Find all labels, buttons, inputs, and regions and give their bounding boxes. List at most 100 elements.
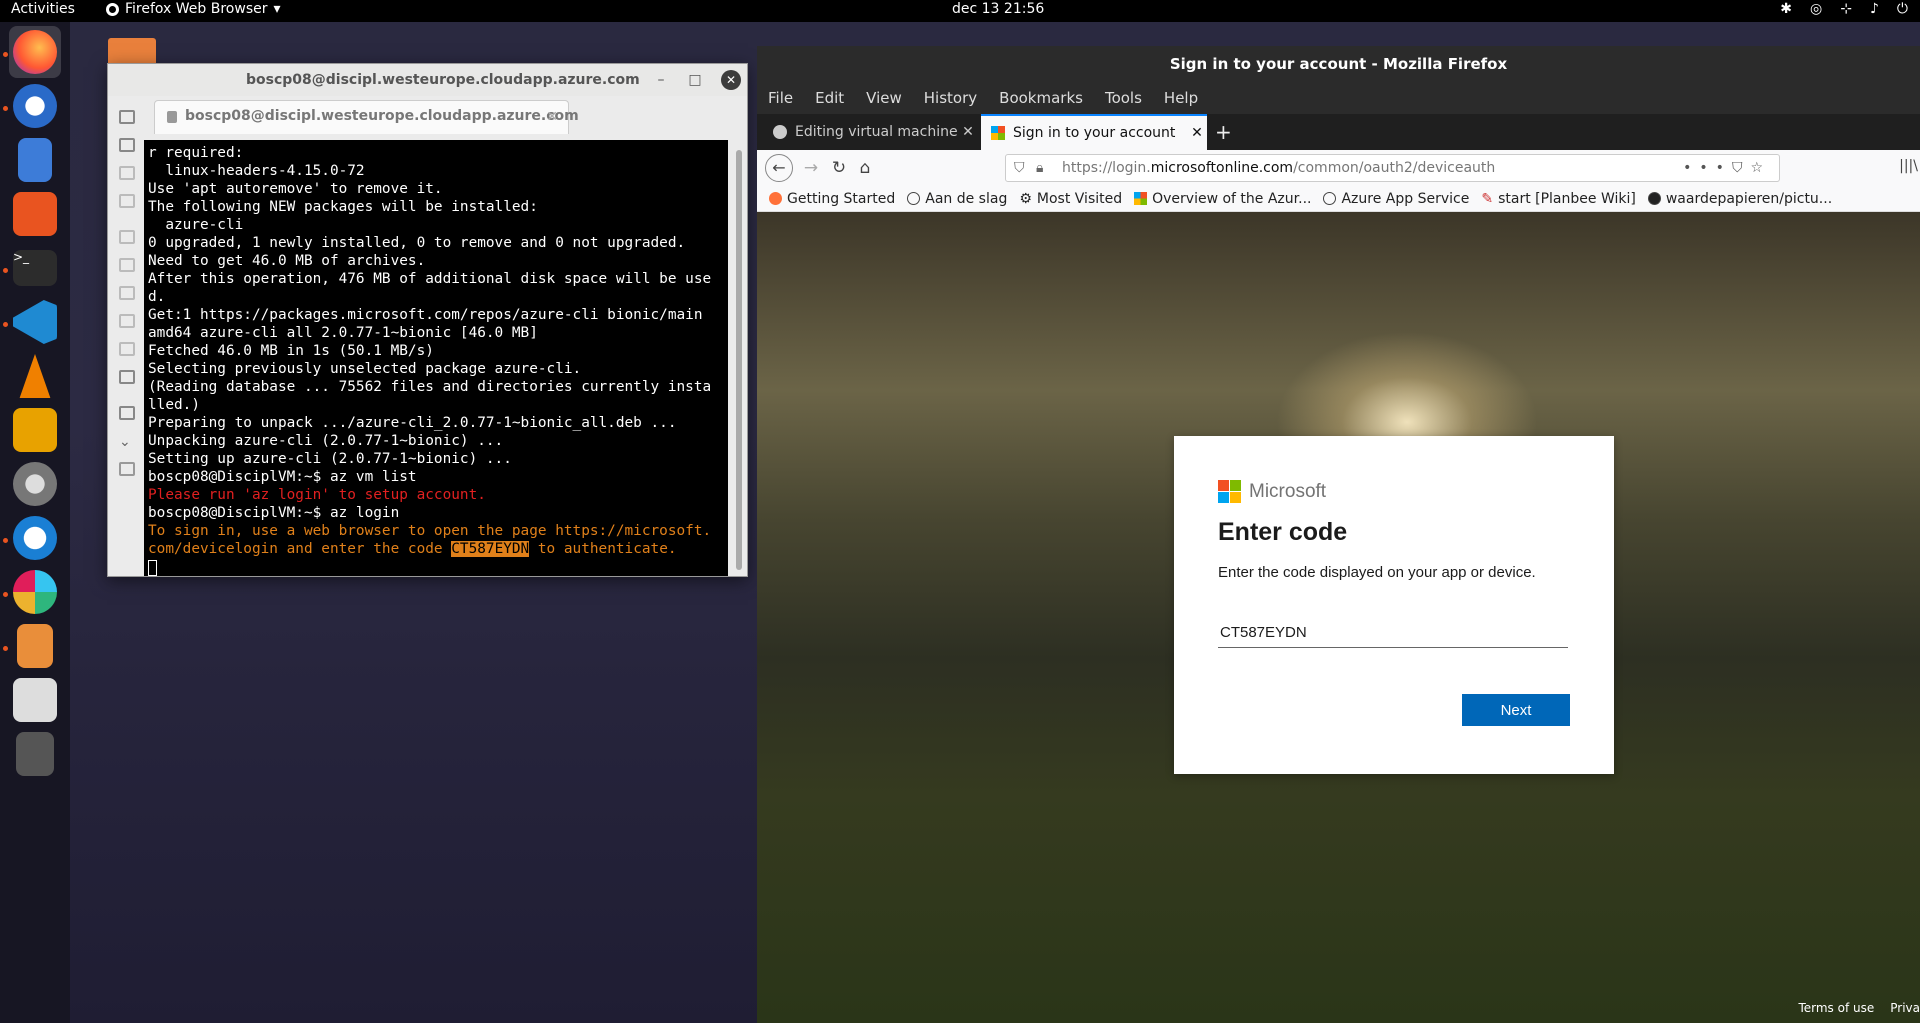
- app-menu[interactable]: Firefox Web Browser ▾: [106, 1, 281, 17]
- network-icon[interactable]: ⊹: [1840, 1, 1852, 17]
- firefox-window[interactable]: Sign in to your account - Mozilla Firefo…: [757, 46, 1920, 1023]
- slack-icon: [13, 570, 57, 614]
- link-icon[interactable]: [119, 462, 135, 476]
- tab-editing-virtual-machines[interactable]: Editing virtual machines f ✕: [763, 114, 978, 150]
- privacy-link[interactable]: Priva: [1890, 1001, 1920, 1015]
- firefox-icon: [13, 30, 57, 74]
- dock-vlc[interactable]: [9, 350, 61, 402]
- dock-remmina[interactable]: [9, 404, 61, 456]
- menu-file[interactable]: File: [768, 89, 793, 107]
- back-button[interactable]: ←: [765, 154, 793, 182]
- menu-history[interactable]: History: [924, 89, 977, 107]
- terminal-tab[interactable]: boscp08@discipl.westeurope.cloudapp.azur…: [154, 100, 579, 134]
- terminal-line: linux-headers-4.15.0-72: [148, 163, 365, 179]
- new-session-icon[interactable]: [119, 110, 135, 124]
- dock-search-tool[interactable]: [9, 674, 61, 726]
- wrench-icon[interactable]: [119, 370, 135, 384]
- close-tab-icon[interactable]: ✕: [1187, 125, 1207, 141]
- chevron-down-icon[interactable]: ⌄: [119, 434, 135, 450]
- sign-in-dialog: Microsoft Enter code Enter the code disp…: [1174, 436, 1614, 774]
- terminal-line: r required:: [148, 145, 244, 161]
- url-bar[interactable]: ⛉ 🔒︎ https://login.microsoftonline.com/c…: [1005, 154, 1780, 182]
- menu-tools[interactable]: Tools: [1105, 89, 1142, 107]
- menu-view[interactable]: View: [866, 89, 902, 107]
- forward-button[interactable]: →: [801, 158, 821, 178]
- menu-bookmarks[interactable]: Bookmarks: [999, 89, 1083, 107]
- dialog-subtitle: Enter the code displayed on your app or …: [1218, 564, 1536, 581]
- lock-icon[interactable]: 🔒︎: [1036, 155, 1043, 181]
- dock-vscode[interactable]: [9, 296, 61, 348]
- device-code-input[interactable]: [1218, 618, 1568, 648]
- dock-teamviewer[interactable]: [9, 512, 61, 564]
- home-button[interactable]: ⌂: [855, 158, 875, 178]
- fullscreen-icon[interactable]: [119, 138, 135, 152]
- terms-of-use-link[interactable]: Terms of use: [1798, 1001, 1874, 1015]
- power-icon[interactable]: ⏻: [1897, 1, 1908, 17]
- microsoft-icon: [1134, 192, 1148, 205]
- dock-terminal[interactable]: >_: [9, 242, 61, 294]
- bookmark-azure-overview[interactable]: Overview of the Azur...: [1134, 191, 1311, 207]
- bookmark-getting-started[interactable]: Getting Started: [769, 191, 895, 207]
- dock-image-viewer[interactable]: [9, 620, 61, 672]
- split-icon[interactable]: [119, 194, 135, 208]
- terminal-titlebar[interactable]: boscp08@discipl.westeurope.cloudapp.azur…: [108, 64, 747, 96]
- bookmark-aan-de-slag[interactable]: Aan de slag: [907, 191, 1007, 207]
- keyboard-icon[interactable]: [119, 314, 135, 328]
- bookmark-waardepapieren[interactable]: waardepapieren/pictu...: [1647, 191, 1832, 207]
- camera-icon[interactable]: [119, 406, 135, 420]
- dock-disc[interactable]: [9, 728, 61, 780]
- resize-icon[interactable]: [119, 258, 135, 272]
- dock-firefox[interactable]: [9, 26, 61, 78]
- terminal-signin-line-2b: to authenticate.: [529, 541, 677, 557]
- bookmarks-toolbar: Getting Started Aan de slag ⚙ Most Visite…: [757, 186, 1920, 212]
- dock-software[interactable]: [9, 188, 61, 240]
- dock-settings[interactable]: [9, 458, 61, 510]
- terminal-scrollbar[interactable]: [733, 140, 745, 576]
- terminal-line: Use 'apt autoremove' to remove it.: [148, 181, 443, 197]
- gear-icon[interactable]: [119, 342, 135, 356]
- terminal-signin-line-2a: com/devicelogin and enter the code: [148, 541, 452, 557]
- menu-edit[interactable]: Edit: [815, 89, 844, 107]
- remmina-icon: [13, 408, 57, 452]
- clock[interactable]: dec 13 21:56: [952, 1, 1044, 17]
- bookmark-planbee-wiki[interactable]: ✎ start [Planbee Wiki]: [1481, 191, 1636, 207]
- firefox-titlebar[interactable]: Sign in to your account - Mozilla Firefo…: [757, 46, 1920, 82]
- bookmark-azure-app-service[interactable]: Azure App Service: [1323, 191, 1469, 207]
- duplicate-icon[interactable]: [119, 230, 135, 244]
- reload-button[interactable]: ↻: [829, 158, 849, 178]
- image-viewer-icon: [17, 624, 53, 668]
- dock: >_: [0, 22, 70, 1023]
- page-actions[interactable]: •••⛉☆: [1683, 155, 1771, 181]
- minimize-button[interactable]: –: [651, 70, 671, 90]
- dock-files[interactable]: [9, 134, 61, 186]
- maximize-button[interactable]: □: [685, 70, 705, 90]
- terminal-line: Fetched 46.0 MB in 1s (50.1 MB/s): [148, 343, 434, 359]
- new-tab-button[interactable]: +: [1215, 120, 1232, 144]
- tracking-shield-icon[interactable]: ⛉: [1014, 155, 1025, 181]
- activities-button[interactable]: Activities: [11, 1, 75, 17]
- dock-thunderbird[interactable]: [9, 80, 61, 132]
- slack-tray-icon[interactable]: ✱: [1780, 1, 1792, 17]
- dock-slack[interactable]: [9, 566, 61, 618]
- next-button[interactable]: Next: [1462, 694, 1570, 726]
- terminal-screen[interactable]: r required: linux-headers-4.15.0-72 Use '…: [144, 140, 728, 576]
- url-text[interactable]: https://login.microsoftonline.com/common…: [1062, 155, 1495, 181]
- microsoft-logo-icon: [1218, 480, 1241, 503]
- github-favicon-icon: [773, 125, 787, 139]
- page-content: Microsoft Enter code Enter the code disp…: [757, 212, 1920, 1023]
- teamviewer-tray-icon[interactable]: ◎: [1810, 1, 1822, 17]
- list-icon[interactable]: [119, 286, 135, 300]
- terminal-window[interactable]: boscp08@discipl.westeurope.cloudapp.azur…: [107, 63, 748, 577]
- menu-help[interactable]: Help: [1164, 89, 1198, 107]
- scrollbar-thumb[interactable]: [736, 150, 742, 570]
- menu-icon[interactable]: [119, 166, 135, 180]
- system-tray[interactable]: ✱ ◎ ⊹ ♪ ⏻: [1780, 1, 1908, 17]
- volume-icon[interactable]: ♪: [1870, 1, 1879, 17]
- close-tab-icon[interactable]: ✕: [958, 124, 978, 140]
- close-tab-icon[interactable]: ✕: [546, 109, 558, 125]
- close-button[interactable]: ✕: [721, 70, 741, 90]
- tab-sign-in[interactable]: Sign in to your account ✕: [981, 114, 1207, 150]
- globe-icon: [1323, 192, 1337, 205]
- library-icon[interactable]: |||\: [1899, 158, 1918, 174]
- bookmark-most-visited[interactable]: ⚙ Most Visited: [1019, 191, 1122, 207]
